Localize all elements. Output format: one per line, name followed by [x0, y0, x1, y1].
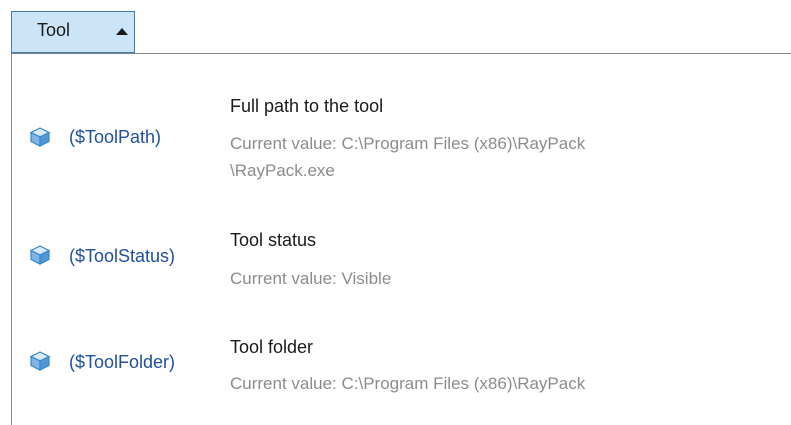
list-item-toolpath[interactable]: ($ToolPath) Full path to the tool Curren… — [12, 54, 782, 189]
current-value-line-1: Current value: C:\Program Files (x86)\Ra… — [230, 374, 586, 393]
item-title: Tool folder — [230, 337, 314, 357]
current-value-line-2: \RayPack.exe — [230, 161, 335, 180]
list-item-toolstatus[interactable]: ($ToolStatus) Tool status Current value:… — [12, 189, 782, 294]
tool-variables-popup: ($ToolPath) Full path to the tool Curren… — [11, 53, 791, 425]
cube-icon — [29, 244, 51, 266]
variable-name: ($ToolPath) — [69, 127, 162, 147]
cube-icon — [29, 350, 51, 372]
variable-name: ($ToolFolder) — [69, 352, 176, 372]
triangle-up-icon — [116, 28, 128, 35]
item-current-value: Current value: Visible — [230, 265, 760, 292]
list-item-toolfolder[interactable]: ($ToolFolder) Tool folder Current value:… — [12, 294, 782, 424]
item-title: Tool status — [230, 230, 317, 250]
item-title: Full path to the tool — [230, 96, 384, 116]
variable-name: ($ToolStatus) — [69, 246, 176, 266]
tool-dropdown-label: Tool — [37, 20, 71, 40]
cube-icon — [29, 126, 51, 148]
current-value-line-1: Current value: Visible — [230, 269, 392, 288]
current-value-line-1: Current value: C:\Program Files (x86)\Ra… — [230, 134, 586, 153]
item-current-value: Current value: C:\Program Files (x86)\Ra… — [230, 370, 760, 397]
item-current-value: Current value: C:\Program Files (x86)\Ra… — [230, 130, 760, 184]
tool-dropdown-button[interactable]: Tool — [11, 11, 135, 53]
